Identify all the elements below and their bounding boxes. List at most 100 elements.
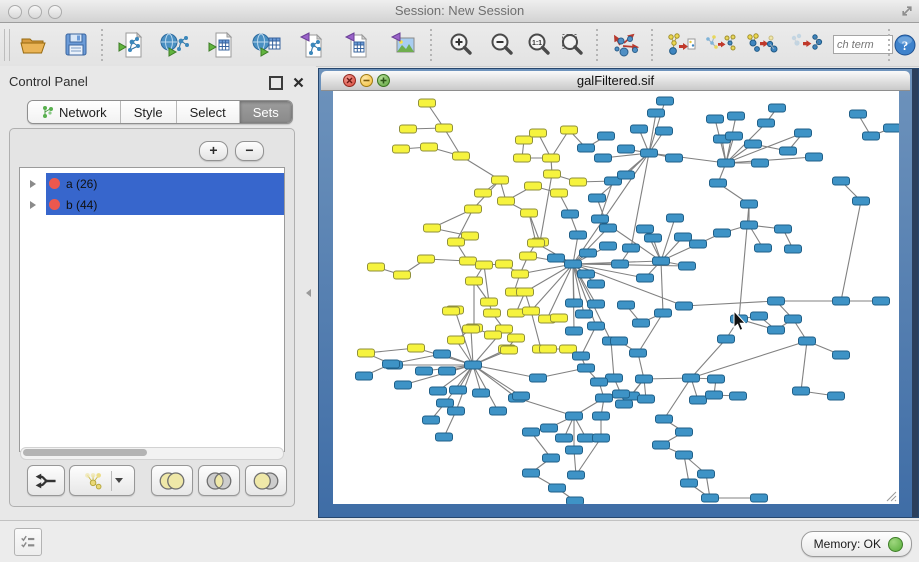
graph-node[interactable] bbox=[630, 349, 647, 357]
set-row-a[interactable]: a (26) bbox=[20, 173, 284, 194]
graph-node[interactable] bbox=[517, 288, 534, 296]
graph-node[interactable] bbox=[556, 434, 573, 442]
graph-node[interactable] bbox=[551, 314, 568, 322]
zoom-actual-size-button[interactable]: 1:1 bbox=[522, 27, 556, 63]
network-window-titlebar[interactable]: galFiltered.sif bbox=[321, 71, 910, 91]
graph-node[interactable] bbox=[588, 300, 605, 308]
graph-node[interactable] bbox=[795, 129, 812, 137]
graph-node[interactable] bbox=[718, 335, 735, 343]
graph-edge[interactable] bbox=[576, 438, 601, 475]
graph-node[interactable] bbox=[618, 145, 635, 153]
graph-node[interactable] bbox=[368, 263, 385, 271]
graph-node[interactable] bbox=[741, 200, 758, 208]
graph-node[interactable] bbox=[416, 367, 433, 375]
graph-node[interactable] bbox=[439, 367, 456, 375]
graph-node[interactable] bbox=[593, 434, 610, 442]
graph-node[interactable] bbox=[769, 104, 786, 112]
graph-node[interactable] bbox=[466, 277, 483, 285]
graph-node[interactable] bbox=[578, 270, 595, 278]
graph-node[interactable] bbox=[698, 470, 715, 478]
graph-node[interactable] bbox=[570, 231, 587, 239]
memory-status-button[interactable]: Memory: OK bbox=[801, 531, 912, 557]
graph-node[interactable] bbox=[863, 132, 880, 140]
remove-set-button[interactable]: − bbox=[235, 141, 264, 161]
graph-node[interactable] bbox=[394, 271, 411, 279]
graph-node[interactable] bbox=[596, 394, 613, 402]
graph-node[interactable] bbox=[436, 433, 453, 441]
graph-node[interactable] bbox=[606, 374, 623, 382]
graph-edge[interactable] bbox=[649, 153, 726, 163]
graph-node[interactable] bbox=[633, 319, 650, 327]
graph-node[interactable] bbox=[521, 209, 538, 217]
graph-node[interactable] bbox=[448, 407, 465, 415]
scrollbar-thumb[interactable] bbox=[23, 449, 147, 456]
graph-node[interactable] bbox=[618, 301, 635, 309]
graph-node[interactable] bbox=[490, 407, 507, 415]
graph-node[interactable] bbox=[707, 115, 724, 123]
graph-node[interactable] bbox=[588, 280, 605, 288]
graph-node[interactable] bbox=[726, 132, 743, 140]
intersect-sets-button[interactable] bbox=[198, 465, 240, 496]
graph-node[interactable] bbox=[393, 145, 410, 153]
graph-node[interactable] bbox=[593, 412, 610, 420]
graph-edge[interactable] bbox=[573, 264, 687, 266]
graph-node[interactable] bbox=[408, 344, 425, 352]
graph-node[interactable] bbox=[616, 400, 633, 408]
graph-node[interactable] bbox=[600, 242, 617, 250]
graph-node[interactable] bbox=[745, 140, 762, 148]
graph-node[interactable] bbox=[523, 469, 540, 477]
graph-node[interactable] bbox=[568, 471, 585, 479]
horizontal-scrollbar[interactable] bbox=[20, 447, 284, 460]
graph-node[interactable] bbox=[718, 159, 735, 167]
graph-node[interactable] bbox=[543, 154, 560, 162]
graph-node[interactable] bbox=[657, 97, 674, 105]
graph-node[interactable] bbox=[419, 99, 436, 107]
graph-node[interactable] bbox=[714, 229, 731, 237]
graph-node[interactable] bbox=[566, 327, 583, 335]
graph-node[interactable] bbox=[741, 221, 758, 229]
graph-node[interactable] bbox=[395, 381, 412, 389]
graph-node[interactable] bbox=[613, 390, 630, 398]
graph-node[interactable] bbox=[513, 392, 530, 400]
close-network-button[interactable] bbox=[343, 74, 356, 87]
title-bar[interactable]: Session: New Session bbox=[0, 0, 919, 23]
graph-node[interactable] bbox=[595, 154, 612, 162]
splitter-collapse-handle[interactable] bbox=[306, 289, 311, 297]
graph-node[interactable] bbox=[530, 129, 547, 137]
graph-node[interactable] bbox=[565, 260, 582, 268]
network-view-window[interactable]: galFiltered.sif bbox=[318, 68, 919, 518]
graph-node[interactable] bbox=[549, 484, 566, 492]
graph-node[interactable] bbox=[523, 307, 540, 315]
graph-node[interactable] bbox=[551, 189, 568, 197]
graph-node[interactable] bbox=[676, 428, 693, 436]
graph-node[interactable] bbox=[728, 112, 745, 120]
graph-edge[interactable] bbox=[664, 378, 691, 419]
zoom-out-button[interactable] bbox=[485, 27, 519, 63]
graph-node[interactable] bbox=[655, 309, 672, 317]
graph-node[interactable] bbox=[430, 387, 447, 395]
graph-edge[interactable] bbox=[611, 341, 614, 378]
export-network-button[interactable] bbox=[295, 27, 329, 63]
graph-node[interactable] bbox=[648, 109, 665, 117]
graph-node[interactable] bbox=[758, 119, 775, 127]
resize-grip-icon[interactable] bbox=[883, 488, 897, 502]
graph-node[interactable] bbox=[530, 374, 547, 382]
search-input[interactable] bbox=[833, 35, 893, 54]
graph-node[interactable] bbox=[667, 214, 684, 222]
graph-node[interactable] bbox=[833, 177, 850, 185]
graph-node[interactable] bbox=[656, 415, 673, 423]
graph-node[interactable] bbox=[785, 315, 802, 323]
graph-node[interactable] bbox=[623, 244, 640, 252]
graph-edge[interactable] bbox=[684, 301, 776, 306]
graph-node[interactable] bbox=[612, 260, 629, 268]
graph-node[interactable] bbox=[710, 179, 727, 187]
graph-node[interactable] bbox=[484, 309, 501, 317]
new-network-from-selection-button[interactable] bbox=[703, 27, 737, 63]
graph-node[interactable] bbox=[548, 254, 565, 262]
graph-edge[interactable] bbox=[473, 365, 498, 411]
float-panel-icon[interactable] bbox=[269, 76, 283, 90]
graph-node[interactable] bbox=[383, 360, 400, 368]
graph-node[interactable] bbox=[543, 454, 560, 462]
graph-node[interactable] bbox=[618, 171, 635, 179]
network-graph[interactable] bbox=[333, 91, 899, 504]
